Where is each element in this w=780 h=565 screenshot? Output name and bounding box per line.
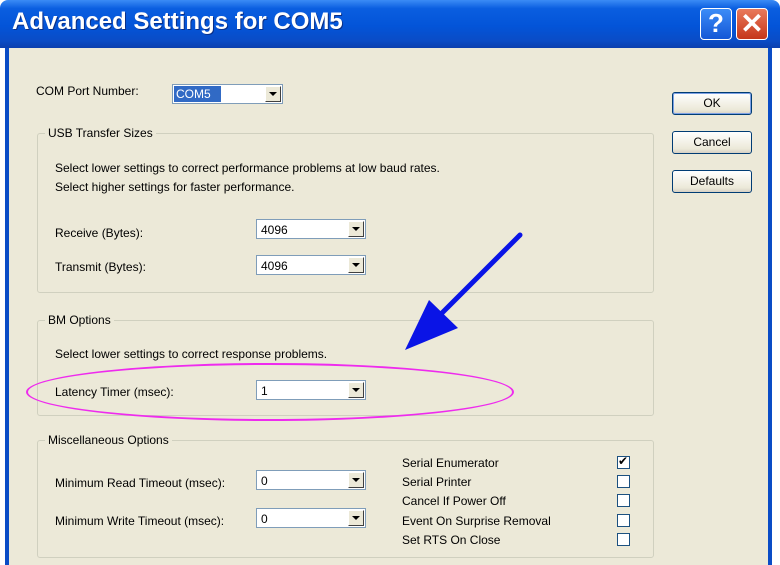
advanced-settings-dialog: Advanced Settings for COM5 ? ✕ COM Port … [0,0,780,565]
blue-arrow-annotation [405,232,523,350]
